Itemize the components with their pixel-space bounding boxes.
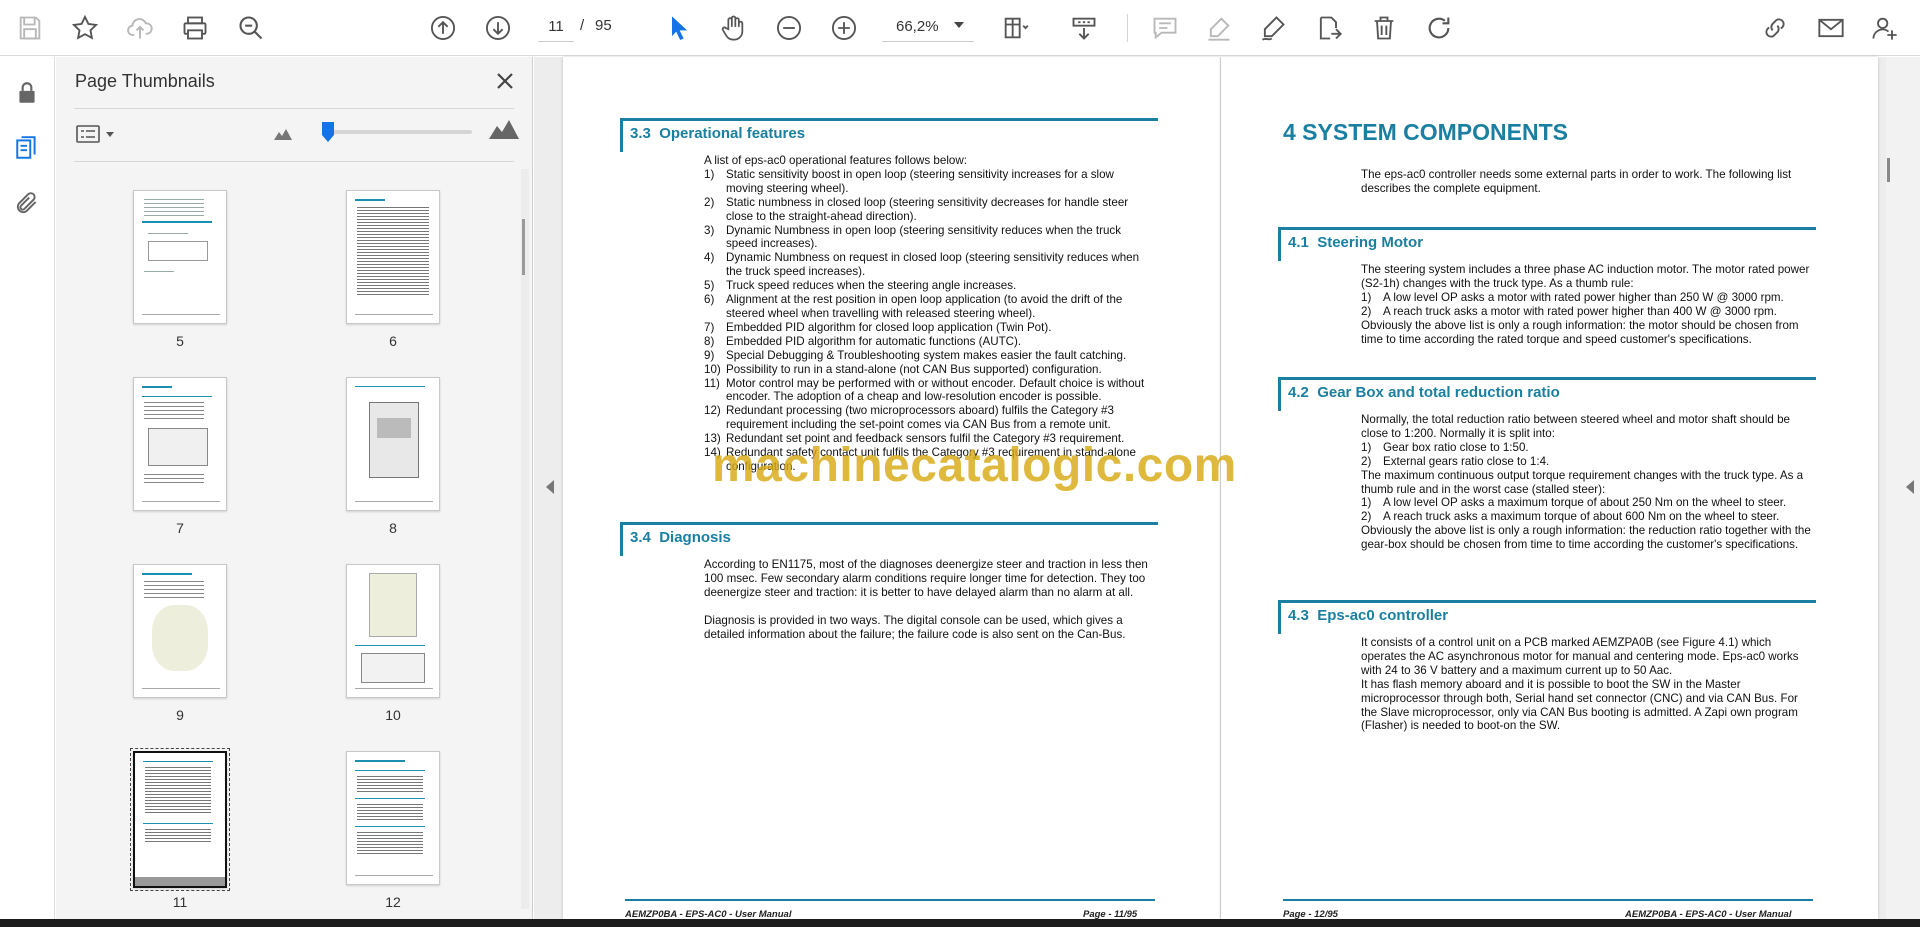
taskbar-edge [0,919,1920,927]
zoom-search-icon[interactable] [232,9,270,47]
section-header: 3.3 Operational features [620,118,1158,152]
section-body: The steering system includes a three pha… [1361,263,1810,346]
close-icon[interactable] [490,66,520,96]
page-thumbnail-selected[interactable] [130,748,230,891]
navigation-rail [0,57,55,919]
scrollbar-thumb[interactable] [1887,158,1890,182]
zoom-out-icon[interactable] [770,9,808,47]
scrollbar-thumb[interactable] [522,219,525,275]
thumbnail-label: 12 [385,894,401,910]
page-display-icon[interactable] [996,9,1034,47]
toolbar: 11 / 95 66,2% [0,0,1920,56]
document-scrollbar[interactable] [1886,57,1920,919]
enlarge-thumbnails-icon[interactable] [489,119,519,144]
hand-pan-icon[interactable] [714,9,752,47]
thumbnail-label: 9 [176,707,184,723]
bookmark-star-icon[interactable] [66,9,104,47]
link-share-icon[interactable] [1756,9,1794,47]
scroll-mode-icon[interactable] [1065,9,1103,47]
section-header: 4.1 Steering Motor [1278,227,1816,261]
page-down-icon[interactable] [479,9,517,47]
panel-title: Page Thumbnails [75,71,215,91]
previous-page-arrow-icon[interactable] [546,480,554,494]
page-thumbnail[interactable] [346,751,440,885]
thumbnails-panel: Page Thumbnails 5 6 7 8 9 10 11 12 [56,57,533,919]
page-thumbnail[interactable] [133,190,227,324]
section-header: 4.3 Eps-ac0 controller [1278,600,1816,634]
thumbnails-icon[interactable] [9,130,45,166]
select-arrow-icon[interactable] [660,9,698,47]
comment-icon[interactable] [1146,9,1184,47]
lock-icon[interactable] [9,75,45,111]
section-body: It consists of a control unit on a PCB m… [1361,636,1799,733]
toolbar-divider [1127,14,1128,42]
list-options-icon [76,125,100,143]
footer-rule [625,899,1155,901]
zoom-in-icon[interactable] [825,9,863,47]
section-title: 3.4 Diagnosis [630,529,731,546]
section-title: 4.2 Gear Box and total reduction ratio [1288,384,1560,401]
footer-rule [1283,899,1813,901]
upload-cloud-icon[interactable] [121,9,159,47]
shrink-thumbnails-icon[interactable] [274,127,292,145]
section-header: 4.2 Gear Box and total reduction ratio [1278,377,1816,411]
add-user-icon[interactable] [1866,9,1904,47]
page-separator: / [580,17,585,34]
thumbnail-label: 5 [176,333,184,349]
thumbnail-options-button[interactable] [76,119,122,149]
page-thumbnail[interactable] [133,564,227,698]
mail-icon[interactable] [1812,9,1850,47]
rotate-icon[interactable] [1420,9,1458,47]
document-page-12: 4 SYSTEM COMPONENTS The eps-ac0 controll… [1221,57,1878,920]
print-icon[interactable] [176,9,214,47]
save-icon[interactable] [11,9,49,47]
page-total: 95 [595,17,612,34]
export-icon[interactable] [1310,9,1348,47]
thumbnail-label: 11 [172,894,188,910]
highlight-icon[interactable] [1200,9,1238,47]
next-page-arrow-icon[interactable] [1906,480,1914,494]
chevron-down-icon[interactable] [954,22,964,28]
divider [74,108,514,109]
section-header: 3.4 Diagnosis [620,522,1158,556]
page-thumbnail[interactable] [346,377,440,511]
attachment-icon[interactable] [9,185,45,221]
page-thumbnail[interactable] [346,190,440,324]
thumbnail-label: 7 [176,520,184,536]
section-body: Normally, the total reduction ratio betw… [1361,413,1811,552]
thumbnail-label: 10 [385,707,401,723]
section-title: 4.3 Eps-ac0 controller [1288,607,1449,624]
page-thumbnail[interactable] [133,377,227,511]
slider-handle[interactable] [322,122,334,142]
thumbnail-label: 8 [389,520,397,536]
chapter-intro: The eps-ac0 controller needs some extern… [1361,168,1792,195]
watermark-text: machinecatalogic.com [712,439,1237,492]
page-thumbnail[interactable] [346,564,440,698]
thumbnail-label: 6 [389,333,397,349]
chapter-title: 4 SYSTEM COMPONENTS [1283,119,1568,145]
page-number-input[interactable]: 11 [538,12,574,42]
chevron-down-icon [106,131,114,137]
page-up-icon[interactable] [424,9,462,47]
thumbnail-scrollbar[interactable] [521,169,529,909]
divider [74,161,514,162]
thumbnail-size-slider[interactable] [322,130,472,134]
section-body: A list of eps-ac0 operational features f… [704,154,1145,473]
delete-icon[interactable] [1365,9,1403,47]
section-title: 3.3 Operational features [630,125,806,142]
section-body: According to EN1175, most of the diagnos… [704,558,1148,641]
sign-icon[interactable] [1254,9,1292,47]
section-title: 4.1 Steering Motor [1288,234,1424,251]
